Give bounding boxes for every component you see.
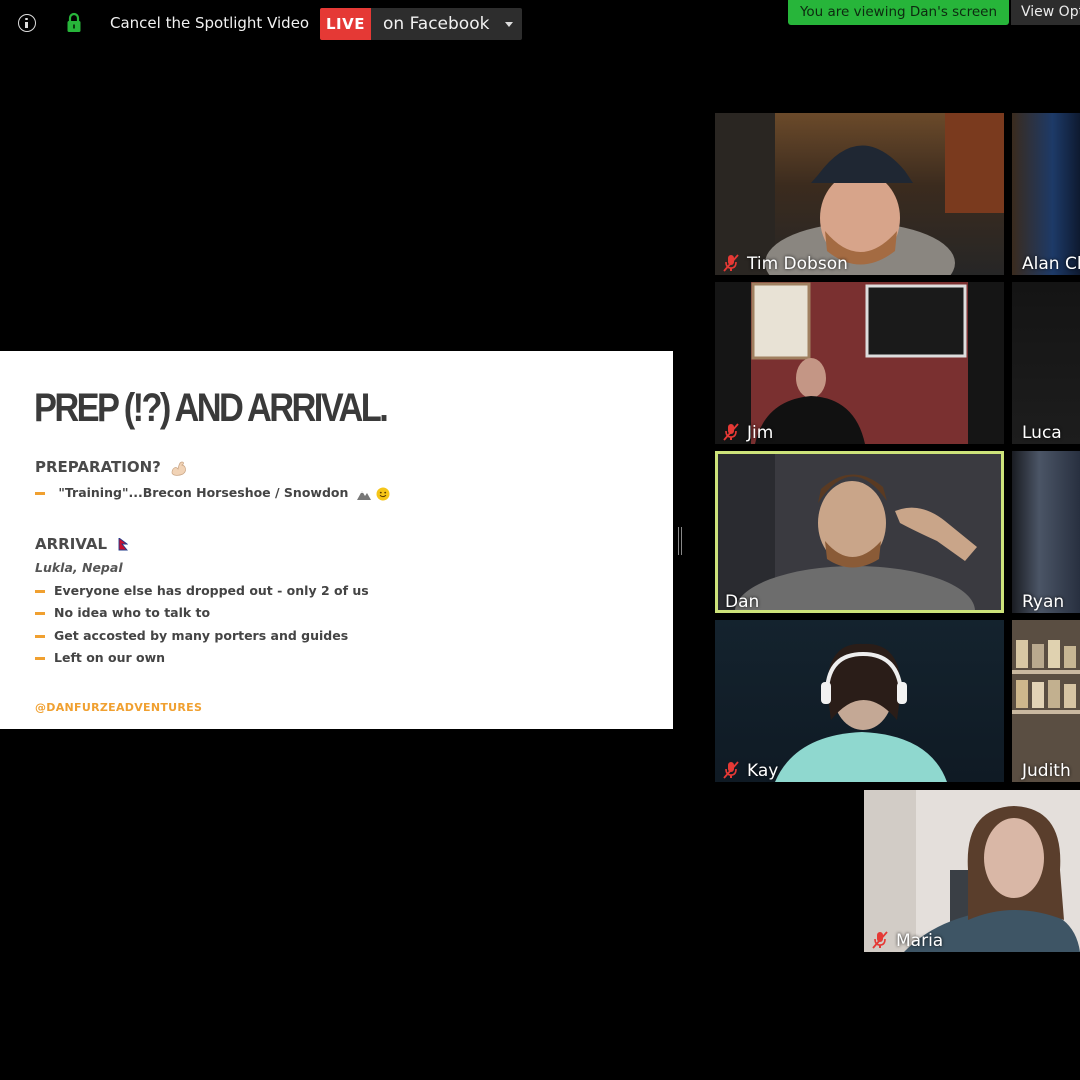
slide-title: PREP (!?) AND ARRIVAL. [34,386,389,430]
arrival-item: Get accosted by many porters and guides [35,628,348,643]
participant-tile-maria[interactable]: Maria [864,790,1080,952]
meeting-topbar: Cancel the Spotlight Video LIVE on Faceb… [0,0,1080,48]
info-icon[interactable] [18,14,36,32]
smiley-emoji [376,487,390,500]
participant-video [715,113,1004,275]
participant-name: Jim [747,423,774,443]
arrival-item: No idea who to talk to [35,605,210,620]
live-badge: LIVE [320,8,371,40]
slide-footer-handle: @DANFURZEADVENTURES [35,701,203,714]
participant-video [864,790,1080,952]
participant-tile-judith[interactable]: Judith [1012,620,1080,782]
participant-name: Ryan [1022,592,1065,612]
participant-tile-alan[interactable]: Alan Cla [1012,113,1080,275]
participant-name: Luca [1022,423,1062,443]
nepal-flag-emoji [118,538,129,551]
cancel-spotlight-button[interactable]: Cancel the Spotlight Video [110,14,309,32]
live-destination-label: on Facebook [383,14,490,34]
mountain-emoji [356,490,371,500]
participant-tile-jim[interactable]: Jim [715,282,1004,444]
mic-off-icon [723,423,739,441]
arrival-heading-row: ARRIVAL [35,535,129,553]
participant-tile-ryan[interactable]: Ryan [1012,451,1080,613]
participant-tile-dan[interactable]: Dan [715,451,1004,613]
participant-name: Dan [725,592,760,612]
view-options-button[interactable]: View Opt [1011,0,1080,25]
participant-video [775,643,947,782]
participant-name: Kay [747,761,779,781]
preparation-item: "Training"...Brecon Horseshoe / Snowdon [35,485,390,501]
chevron-down-icon [505,22,513,27]
participant-name: Tim Dobson [747,254,848,274]
arrival-heading: ARRIVAL [35,535,108,553]
preparation-heading: PREPARATION? [35,458,161,476]
preparation-heading-row: PREPARATION? [35,458,188,476]
split-resize-handle[interactable] [678,527,682,555]
lock-icon[interactable] [66,12,82,34]
shared-screen-slide: PREP (!?) AND ARRIVAL. PREPARATION? "Tra… [0,351,673,729]
flexed-arm-emoji [171,461,186,476]
participant-tile-kay[interactable]: Kay [715,620,1004,782]
mic-off-icon [872,931,888,949]
arrival-item: Left on our own [35,650,165,665]
participant-name: Maria [896,931,944,951]
participant-video [1012,620,1080,782]
mic-off-icon [723,761,739,779]
participant-name: Judith [1022,761,1071,781]
arrival-item: Everyone else has dropped out - only 2 o… [35,583,369,598]
viewing-screen-notice: You are viewing Dan's screen [788,0,1009,25]
participant-video [715,451,1004,613]
arrival-location: Lukla, Nepal [35,560,123,575]
participant-name: Alan Cla [1022,254,1080,274]
participant-tile-luca[interactable]: Luca [1012,282,1080,444]
participant-tile-tim-dobson[interactable]: Tim Dobson [715,113,1004,275]
live-destination-dropdown[interactable]: on Facebook [371,8,522,40]
mic-off-icon [723,254,739,272]
preparation-item-text: "Training"...Brecon Horseshoe / Snowdon [58,485,349,500]
participant-video [715,282,1004,444]
